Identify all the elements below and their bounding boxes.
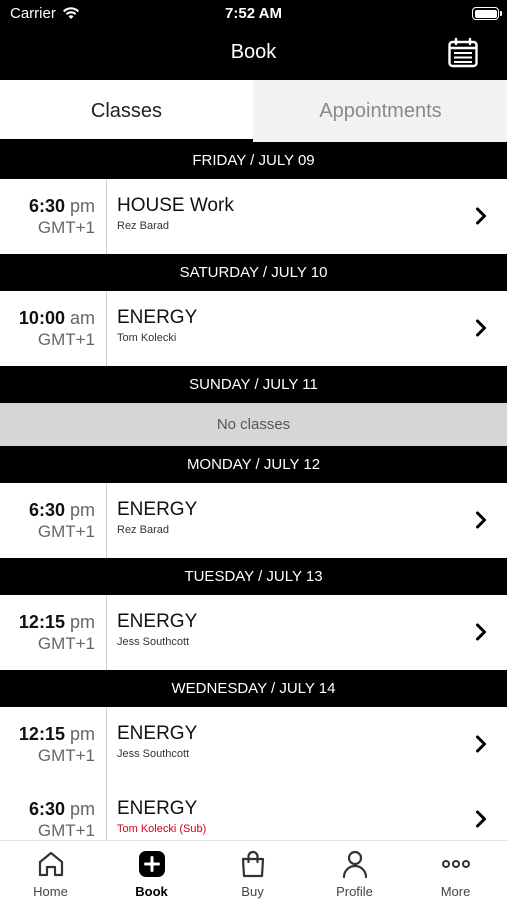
battery-icon [472, 7, 502, 20]
chevron-right-icon [476, 319, 486, 337]
booking-tabs: Classes Appointments [0, 80, 507, 142]
class-time: 6:30 pm GMT+1 [0, 483, 107, 558]
person-icon [342, 850, 367, 879]
no-classes-message: No classes [0, 403, 507, 446]
tab-home-label: Home [33, 884, 68, 899]
page-title: Book [230, 41, 277, 63]
class-row[interactable]: 6:30 pm GMT+1 ENERGY Rez Barad [0, 483, 507, 558]
calendar-icon[interactable] [447, 37, 479, 69]
chevron-right-icon [476, 511, 486, 529]
class-time-ampm: pm [69, 724, 95, 744]
class-time: 10:00 am GMT+1 [0, 291, 107, 366]
day-header: FRIDAY / JULY 09 [0, 142, 507, 179]
tab-buy[interactable]: Buy [202, 841, 303, 900]
instructor-name: Tom Kolecki [117, 332, 177, 344]
class-name: ENERGY [117, 499, 198, 520]
class-name: ENERGY [117, 307, 198, 328]
class-time-value: 6:30 [28, 196, 65, 216]
class-time: 6:30 pm GMT+1 [0, 179, 107, 254]
class-name: ENERGY [117, 611, 198, 632]
instructor-name: Rez Barad [117, 220, 169, 232]
class-time-ampm: pm [69, 799, 95, 819]
tab-book-label: Book [135, 884, 168, 899]
class-timezone: GMT+1 [37, 522, 95, 541]
bottom-tab-bar: Home Book Buy Profile More [0, 840, 507, 900]
class-time-value: 6:30 [28, 799, 65, 819]
tab-more[interactable]: More [405, 841, 506, 900]
home-icon [38, 851, 63, 877]
class-timezone: GMT+1 [37, 821, 95, 840]
day-header: WEDNESDAY / JULY 14 [0, 670, 507, 707]
instructor-name: Rez Barad [117, 524, 169, 536]
tab-appointments[interactable]: Appointments [254, 80, 507, 142]
class-timezone: GMT+1 [37, 746, 95, 765]
tab-classes[interactable]: Classes [0, 80, 253, 142]
class-time-ampm: pm [69, 500, 95, 520]
class-schedule-list[interactable]: FRIDAY / JULY 09 6:30 pm GMT+1 HOUSE Wor… [0, 142, 507, 840]
class-time: 12:15 pm GMT+1 [0, 707, 107, 782]
class-row[interactable]: 12:15 pm GMT+1 ENERGY Jess Southcott [0, 707, 507, 783]
class-time-value: 12:15 [18, 724, 65, 744]
tab-buy-label: Buy [241, 884, 264, 899]
class-time-value: 6:30 [28, 500, 65, 520]
class-time: 12:15 pm GMT+1 [0, 595, 107, 670]
class-time-ampm: pm [69, 196, 95, 216]
class-timezone: GMT+1 [37, 634, 95, 653]
day-header: SATURDAY / JULY 10 [0, 254, 507, 291]
class-time: 6:30 pm GMT+1 [0, 782, 107, 840]
chevron-right-icon [476, 735, 486, 753]
chevron-right-icon [476, 810, 486, 828]
chevron-right-icon [476, 207, 486, 225]
class-name: HOUSE Work [117, 195, 234, 216]
shopping-bag-icon [241, 850, 264, 878]
tab-profile-label: Profile [336, 884, 373, 899]
class-time-value: 12:15 [18, 612, 65, 632]
day-header: TUESDAY / JULY 13 [0, 558, 507, 595]
more-dots-icon [441, 860, 470, 868]
class-row[interactable]: 12:15 pm GMT+1 ENERGY Jess Southcott [0, 595, 507, 670]
plus-square-icon [138, 851, 165, 877]
class-name: ENERGY [117, 723, 198, 744]
status-bar: Carrier 7:52 AM [0, 0, 507, 28]
class-name: ENERGY [117, 798, 198, 819]
class-time-ampm: am [69, 308, 95, 328]
day-header: SUNDAY / JULY 11 [0, 366, 507, 403]
tab-more-label: More [440, 884, 471, 899]
class-timezone: GMT+1 [37, 330, 95, 349]
instructor-name: Jess Southcott [117, 748, 190, 760]
day-header: MONDAY / JULY 12 [0, 446, 507, 483]
class-row[interactable]: 10:00 am GMT+1 ENERGY Tom Kolecki [0, 291, 507, 366]
nav-bar: Book [0, 28, 507, 80]
class-time-value: 10:00 [18, 308, 65, 328]
class-time-ampm: pm [69, 612, 95, 632]
class-row[interactable]: 6:30 pm GMT+1 HOUSE Work Rez Barad [0, 179, 507, 254]
substitute-instructor-name: Tom Kolecki (Sub) [117, 823, 207, 835]
clock: 7:52 AM [225, 5, 282, 22]
class-timezone: GMT+1 [37, 218, 95, 237]
tab-home[interactable]: Home [0, 841, 101, 900]
instructor-name: Jess Southcott [117, 636, 190, 648]
tab-profile[interactable]: Profile [304, 841, 405, 900]
tab-book[interactable]: Book [101, 841, 202, 900]
class-row[interactable]: 6:30 pm GMT+1 ENERGY Tom Kolecki (Sub) [0, 782, 507, 840]
chevron-right-icon [476, 623, 486, 641]
